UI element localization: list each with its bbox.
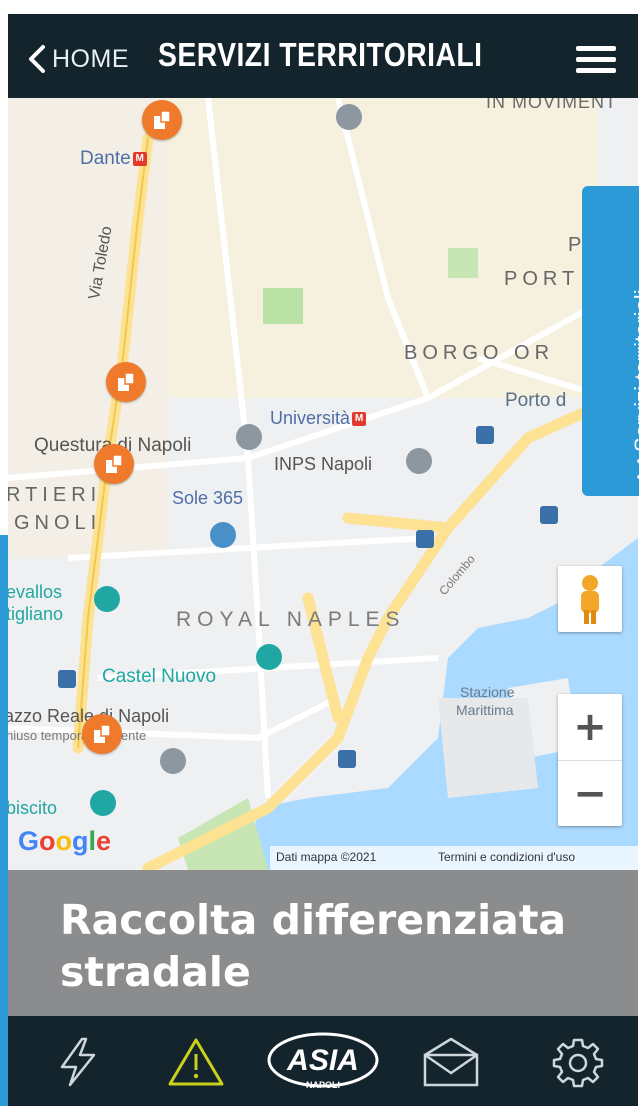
poi-marker-top[interactable] [336, 104, 362, 130]
map-label-gnoli: GNOLI [14, 512, 102, 534]
zoom-control: + − [558, 694, 622, 826]
home-back-button[interactable]: HOME [26, 42, 129, 76]
envelope-icon [423, 1037, 479, 1087]
map-label-port: PORT [504, 268, 580, 290]
recycling-bin-pin-icon[interactable] [94, 444, 134, 484]
map-label-tigliano: tigliano [8, 604, 64, 624]
home-label: HOME [52, 44, 129, 73]
zoom-in-button[interactable]: + [558, 694, 622, 761]
map-label-dante: Dante M [80, 148, 147, 170]
poi-marker-sole365[interactable] [210, 522, 236, 548]
page-title: SERVIZI TERRITORIALI [158, 36, 483, 73]
app-header: HOME SERVIZI TERRITORIALI [8, 14, 638, 98]
transit-icon-5 [338, 750, 356, 768]
bottom-tab-bar: ASIA NAPOLI [8, 1016, 638, 1106]
map-label-plebiscito: biscito [8, 798, 58, 818]
transit-icon-3 [540, 506, 558, 524]
map-canvas [8, 98, 638, 870]
top-margin [0, 0, 639, 14]
asia-logo-sub: NAPOLI [306, 1080, 340, 1090]
map-label-borgo: BORGO OR [404, 342, 555, 364]
recycling-bin-pin-icon[interactable] [142, 100, 182, 140]
category-banner: Raccolta differenziata stradale [8, 870, 638, 1016]
left-accent-bar [0, 535, 8, 1106]
poi-marker-plebiscito[interactable] [90, 790, 116, 816]
map-label-p: P [568, 234, 582, 256]
map-label-stazione: Stazione [460, 684, 515, 700]
banner-title-line2: stradale [60, 948, 251, 996]
tab-home-logo[interactable]: ASIA NAPOLI [264, 1026, 382, 1096]
tab-messages[interactable] [418, 1034, 484, 1090]
google-logo: Google [18, 826, 112, 856]
gear-icon [552, 1038, 604, 1088]
pegman-street-view-icon [581, 575, 599, 624]
recycling-bin-pin-icon[interactable] [106, 362, 146, 402]
map-label-rtieri: RTIERI [8, 484, 102, 506]
warning-triangle-icon [168, 1038, 224, 1086]
chevron-left-icon [29, 45, 45, 73]
poi-marker-museum[interactable] [160, 748, 186, 774]
map-label-marittima: Marittima [456, 702, 514, 718]
servizi-territoriali-side-tab[interactable]: Servizi territoriali [582, 186, 639, 496]
poi-marker-inps[interactable] [406, 448, 432, 474]
asia-napoli-logo: ASIA NAPOLI [267, 1032, 379, 1090]
map-label-sole365: Sole 365 [172, 488, 244, 508]
map-label-royal-naples: ROYAL NAPLES [176, 608, 406, 631]
map-label-vallos: evallos [8, 582, 63, 602]
banner-title-line1: Raccolta differenziata [60, 896, 567, 944]
street-view-pegman-button[interactable] [558, 566, 622, 632]
zoom-out-button[interactable]: − [558, 761, 622, 826]
transit-icon-2 [416, 530, 434, 548]
poi-marker-castel-nuovo[interactable] [256, 644, 282, 670]
tab-warning[interactable] [164, 1034, 228, 1090]
map-attribution: Dati mappa ©2021 [276, 850, 377, 864]
tab-energy[interactable] [48, 1034, 108, 1090]
map-label-movimento: IN MOVIMENT [486, 98, 617, 112]
hamburger-menu-icon[interactable] [576, 46, 616, 76]
banner-title: Raccolta differenziata stradale [60, 894, 566, 998]
map-terms-link[interactable]: Termini e condizioni d'uso [438, 850, 575, 864]
map-label-palazzo-reale-sub: hiuso temporaneamente [8, 728, 147, 743]
transit-icon-1 [476, 426, 494, 444]
map-label-universita: Università M [270, 408, 367, 429]
tab-settings[interactable] [550, 1034, 606, 1090]
map-label-inps: INPS Napoli [274, 454, 373, 474]
map-view[interactable]: IN MOVIMENT Dante M Via Toledo PORT P BOR… [8, 98, 638, 870]
map-label-castel-nuovo: Castel Nuovo [102, 666, 217, 687]
recycling-bin-pin-icon[interactable] [82, 714, 122, 754]
lightning-icon [60, 1037, 96, 1087]
transit-icon-4 [58, 670, 76, 688]
poi-marker-universita[interactable] [236, 424, 262, 450]
map-label-porto: Porto d [505, 390, 567, 411]
side-tab-label: Servizi territoriali [630, 289, 639, 452]
poi-marker-vallos[interactable] [94, 586, 120, 612]
asia-logo-text: ASIA [286, 1044, 359, 1077]
